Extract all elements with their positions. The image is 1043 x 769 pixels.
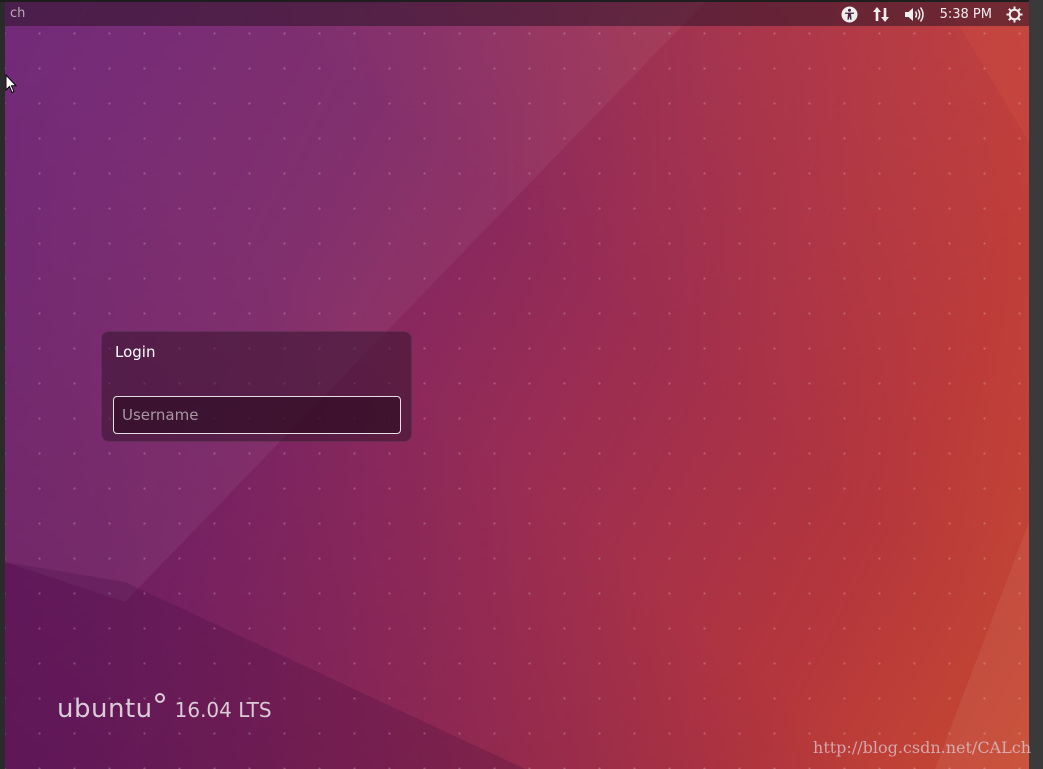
top-panel: ch 5:38 PM (5, 2, 1029, 26)
panel-left-label: ch (10, 6, 26, 21)
blog-watermark: http://blog.csdn.net/CALch (813, 738, 1031, 757)
ubuntu-version: 16.04 LTS (174, 698, 272, 722)
ubuntu-branding: ubuntu 16.04 LTS (57, 693, 272, 724)
username-input[interactable] (113, 396, 401, 434)
volume-icon[interactable] (904, 6, 926, 23)
clock[interactable]: 5:38 PM (940, 7, 992, 22)
mouse-pointer-icon (5, 73, 18, 98)
network-arrows-icon[interactable] (872, 6, 890, 23)
login-screen: ch 5:38 PM Login Username ubuntu 16.04 L… (5, 2, 1029, 769)
indicator-area: 5:38 PM (841, 2, 1023, 26)
login-card: Login (101, 331, 412, 442)
power-gear-icon[interactable] (1006, 6, 1023, 23)
login-title: Login (115, 343, 156, 361)
accessibility-icon[interactable] (841, 6, 858, 23)
window-right-edge (1029, 0, 1043, 769)
ubuntu-circle-of-friends-icon (154, 693, 165, 703)
ubuntu-logo-text: ubuntu (57, 694, 153, 724)
